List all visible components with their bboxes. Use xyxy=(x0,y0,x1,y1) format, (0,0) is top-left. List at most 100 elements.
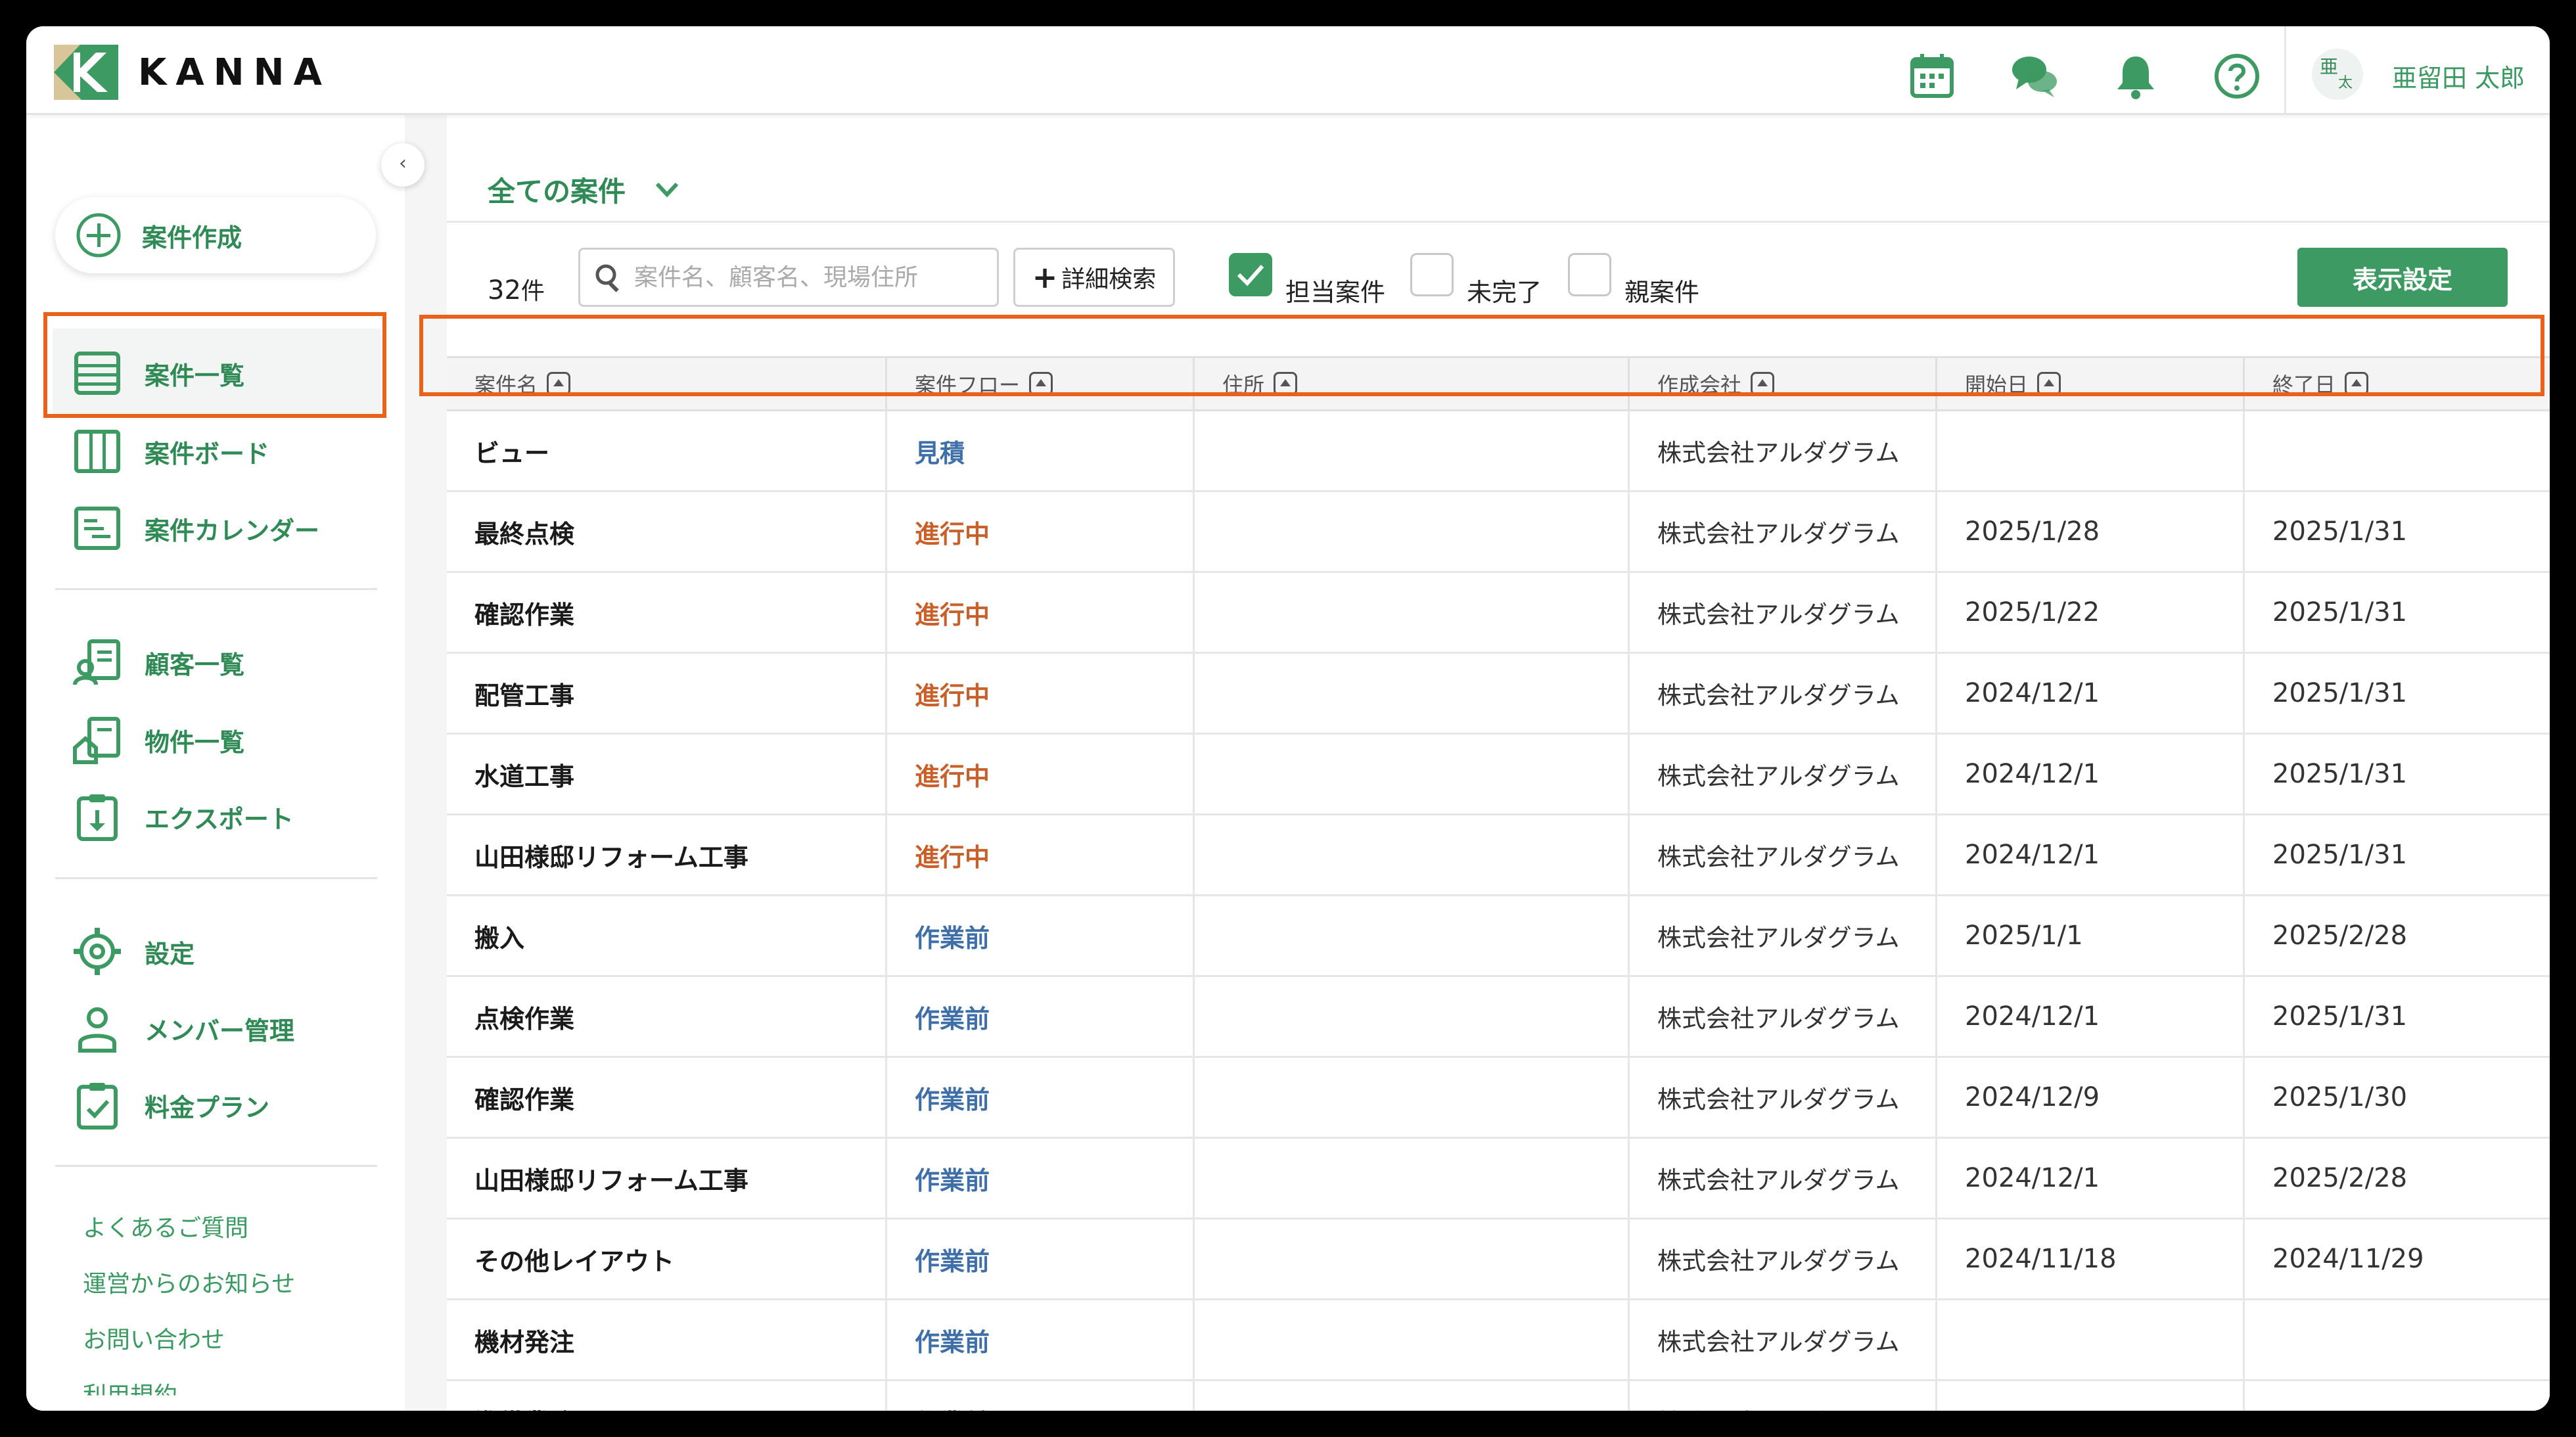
cell-address xyxy=(1195,1139,1630,1218)
cell-start-date: 2024/12/9 xyxy=(1937,1058,2245,1137)
view-selector[interactable]: 全ての案件 xyxy=(488,170,682,210)
sidebar-item-members[interactable]: メンバー管理 xyxy=(72,999,294,1058)
cell-company: 株式会社アルダグラム xyxy=(1630,735,1937,813)
cell-end-date: 2024/11/29 xyxy=(2272,1244,2424,1274)
user-name[interactable]: 亜留田 太郎 xyxy=(2392,58,2525,94)
sidebar-item-settings[interactable]: 設定 xyxy=(72,922,195,981)
news-link[interactable]: 運営からのお知らせ xyxy=(83,1265,295,1299)
cell-name: 点検作業 xyxy=(447,977,887,1056)
cell-end-date: 2025/1/30 xyxy=(2272,1082,2408,1112)
calendar-list-icon xyxy=(74,507,120,550)
sidebar-item-project-calendar[interactable]: 案件カレンダー xyxy=(72,499,319,558)
table-row[interactable]: その他レイアウト 作業前 株式会社アルダグラム 2024/11/18 2024/11/2… xyxy=(447,1220,2550,1300)
filter-parent-label[interactable]: 親案件 xyxy=(1624,272,1699,308)
create-project-button[interactable]: 案件作成 xyxy=(55,197,376,273)
cell-company: 株式会社アルダグラム xyxy=(1630,977,1937,1056)
sidebar-item-project-board[interactable]: 案件ボード xyxy=(72,422,269,481)
logo-text: KANNA xyxy=(138,51,331,94)
export-icon xyxy=(77,794,118,841)
cell-company: 株式会社アルダグラム xyxy=(1630,1139,1937,1218)
cell-end-date: 2025/1/31 xyxy=(2272,1001,2408,1032)
member-icon xyxy=(78,1007,116,1053)
display-settings-button[interactable]: 表示設定 xyxy=(2297,248,2508,307)
collapse-sidebar-button[interactable]: ‹ xyxy=(381,143,425,187)
sidebar-item-project-list[interactable]: 案件一覧 xyxy=(72,344,244,403)
cell-end-date: 2025/2/28 xyxy=(2272,1163,2408,1193)
sidebar-item-export[interactable]: エクスポート xyxy=(72,787,294,846)
table-row[interactable]: 水道工事 進行中 株式会社アルダグラム 2024/12/1 2025/1/31 xyxy=(447,735,2550,815)
filter-incomplete-checkbox[interactable] xyxy=(1410,253,1454,296)
cell-flow-status: 作業前 xyxy=(887,1220,1195,1298)
cell-start-date: 2024/12/1 xyxy=(1937,977,2245,1056)
table-row[interactable]: ビュー 見積 株式会社アルダグラム xyxy=(447,411,2550,492)
cell-end-date: 2025/1/31 xyxy=(2272,840,2408,870)
create-project-label: 案件作成 xyxy=(142,223,242,252)
table-row[interactable]: 山田様邸リフォーム工事 進行中 株式会社アルダグラム 2024/12/1 2025/1/… xyxy=(447,815,2550,896)
chevron-down-icon xyxy=(655,182,679,197)
sidebar-item-properties[interactable]: 物件一覧 xyxy=(72,710,244,769)
cell-address xyxy=(1195,1220,1630,1298)
advanced-search-button[interactable]: + 詳細検索 xyxy=(1013,248,1175,307)
sidebar-item-label: 料金プラン xyxy=(145,1093,270,1122)
cell-address xyxy=(1195,654,1630,733)
table-row[interactable]: 山田様邸リフォーム工事 作業前 株式会社アルダグラム 2024/12/1 2025/2/… xyxy=(447,1139,2550,1220)
logo[interactable]: KANNA xyxy=(54,45,331,100)
sidebar-divider xyxy=(55,1165,377,1167)
sidebar: 案件作成 案件一覧 案件ボード 案件カレンダー 顧客一覧 物件一覧 エクスポート xyxy=(26,115,405,1411)
chat-icon[interactable] xyxy=(2010,51,2059,101)
bell-icon[interactable] xyxy=(2111,51,2161,101)
cell-name: 水道工事 xyxy=(447,735,887,813)
cell-flow-status: 作業前 xyxy=(887,977,1195,1056)
result-count: 32件 xyxy=(488,275,545,306)
sidebar-item-label: 案件一覧 xyxy=(145,361,245,390)
cell-name: 山田様邸リフォーム工事 xyxy=(447,1139,887,1218)
cell-address xyxy=(1195,1058,1630,1137)
cell-start-date: 2025/1/28 xyxy=(1937,492,2245,571)
sidebar-item-label: 設定 xyxy=(145,939,195,969)
cell-start-date xyxy=(1937,1300,2245,1379)
avatar[interactable]: 亜 太 xyxy=(2312,49,2363,100)
terms-link[interactable]: 利用規約 xyxy=(83,1377,177,1396)
table-row[interactable]: 最終点検 進行中 株式会社アルダグラム 2025/1/28 2025/1/31 xyxy=(447,492,2550,573)
cell-start-date xyxy=(1937,1381,2245,1411)
faq-link[interactable]: よくあるご質問 xyxy=(83,1209,248,1243)
kanna-logo-icon xyxy=(54,45,118,100)
cell-start-date: 2024/11/18 xyxy=(1937,1220,2245,1298)
cell-name: 機材発注 xyxy=(447,1300,887,1379)
table-row[interactable]: 確認作業 作業前 株式会社アルダグラム 2024/12/9 2025/1/30 xyxy=(447,1058,2550,1139)
table-row[interactable]: 搬入 作業前 株式会社アルダグラム 2025/1/1 2025/2/28 xyxy=(447,896,2550,977)
search-input[interactable] xyxy=(633,263,990,292)
table-row[interactable]: 準備業務作業前 株式会社アルダグラム xyxy=(447,1381,2550,1411)
contact-link[interactable]: お問い合わせ xyxy=(83,1321,225,1355)
cell-address xyxy=(1195,573,1630,652)
cell-end-date xyxy=(2245,411,2550,490)
filter-assigned-label[interactable]: 担当案件 xyxy=(1285,272,1385,308)
app-window: KANNA 亜 太 亜留田 太郎 案件作成 案件一覧 案件ボード 案件カレンダー… xyxy=(26,26,2550,1411)
table-row[interactable]: 配管工事 進行中 株式会社アルダグラム 2024/12/1 2025/1/31 xyxy=(447,654,2550,735)
filter-assigned-checkbox[interactable] xyxy=(1229,253,1272,296)
sidebar-item-label: エクスポート xyxy=(145,804,294,834)
cell-name: 確認作業 xyxy=(447,1058,887,1137)
search-box[interactable] xyxy=(578,248,999,307)
help-icon[interactable] xyxy=(2212,51,2262,101)
cell-end-date: 2025/1/31 xyxy=(2272,516,2408,547)
filter-incomplete-label[interactable]: 未完了 xyxy=(1467,272,1542,308)
table-row[interactable]: 機材発注 作業前 株式会社アルダグラム xyxy=(447,1300,2550,1381)
sidebar-item-label: 物件一覧 xyxy=(145,727,245,757)
cell-flow-status: 作業前 xyxy=(887,1058,1195,1137)
calendar-icon[interactable] xyxy=(1907,51,1957,101)
filter-parent-checkbox[interactable] xyxy=(1568,253,1611,296)
board-icon xyxy=(74,430,120,473)
table-row[interactable]: 点検作業 作業前 株式会社アルダグラム 2024/12/1 2025/1/31 xyxy=(447,977,2550,1058)
sidebar-item-pricing-plan[interactable]: 料金プラン xyxy=(72,1076,269,1135)
list-icon xyxy=(74,352,120,395)
cell-company: 株式会社アルダグラム xyxy=(1630,1058,1937,1137)
cell-company: 株式会社アルダグラム xyxy=(1630,896,1937,975)
customer-icon xyxy=(73,639,120,685)
table-row[interactable]: 確認作業 進行中 株式会社アルダグラム 2025/1/22 2025/1/31 xyxy=(447,573,2550,654)
cell-end-date: 2025/1/31 xyxy=(2272,678,2408,708)
sidebar-item-customers[interactable]: 顧客一覧 xyxy=(72,633,244,692)
cell-flow-status: 進行中 xyxy=(887,735,1195,813)
sidebar-item-label: 案件カレンダー xyxy=(145,516,320,545)
view-title: 全ての案件 xyxy=(488,175,626,208)
